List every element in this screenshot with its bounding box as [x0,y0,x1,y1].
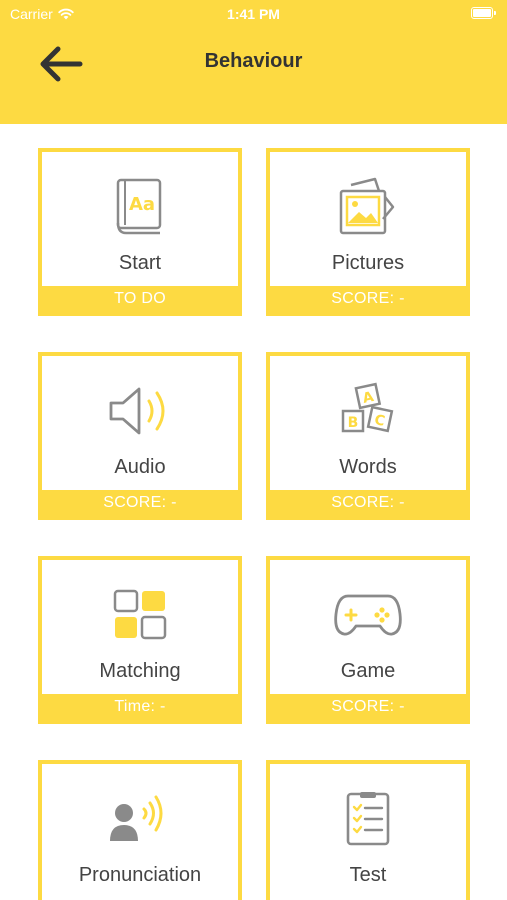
matching-grid-icon [113,589,167,640]
battery-icon [471,7,496,19]
card-status: TO DO [42,286,238,312]
card-label: Test [349,864,387,886]
card-matching[interactable]: Matching Time: - [38,556,242,724]
gamepad-icon [334,594,402,636]
checklist-icon [346,792,390,846]
card-words[interactable]: A B C Words SCORE: - [266,352,470,520]
card-status: SCORE: - [270,490,466,516]
status-bar: Carrier 1:41 PM [0,0,507,28]
card-label: Audio [114,456,166,478]
pronunciation-icon [110,795,163,841]
activity-grid: Aa Start TO DO Pictures SCORE: - Audio S… [38,148,470,900]
card-test[interactable]: Test [266,760,470,900]
card-status: SCORE: - [270,694,466,720]
card-label: Game [340,660,396,682]
svg-text:C: C [373,412,386,430]
book-icon: Aa [116,178,162,235]
card-game[interactable]: Game SCORE: - [266,556,470,724]
pictures-icon [339,177,395,235]
svg-text:B: B [348,415,359,431]
card-status: SCORE: - [270,286,466,312]
card-label: Start [118,252,162,274]
header: Carrier 1:41 PM Behaviour [0,0,507,124]
arrow-left-icon [40,46,83,82]
speaker-icon [109,387,165,435]
abc-blocks-icon: A B C [341,382,394,433]
card-pictures[interactable]: Pictures SCORE: - [266,148,470,316]
svg-text:Aa: Aa [129,194,155,215]
page-title: Behaviour [204,50,303,72]
card-status: SCORE: - [42,490,238,516]
card-start[interactable]: Aa Start TO DO [38,148,242,316]
card-label: Pictures [331,252,405,274]
card-status: Time: - [42,694,238,720]
back-button[interactable] [34,42,88,86]
status-time: 1:41 PM [227,6,280,22]
card-label: Pronunciation [78,864,202,886]
card-pronunciation[interactable]: Pronunciation [38,760,242,900]
card-audio[interactable]: Audio SCORE: - [38,352,242,520]
card-label: Matching [99,660,181,682]
svg-text:A: A [361,389,375,407]
card-label: Words [339,456,397,478]
